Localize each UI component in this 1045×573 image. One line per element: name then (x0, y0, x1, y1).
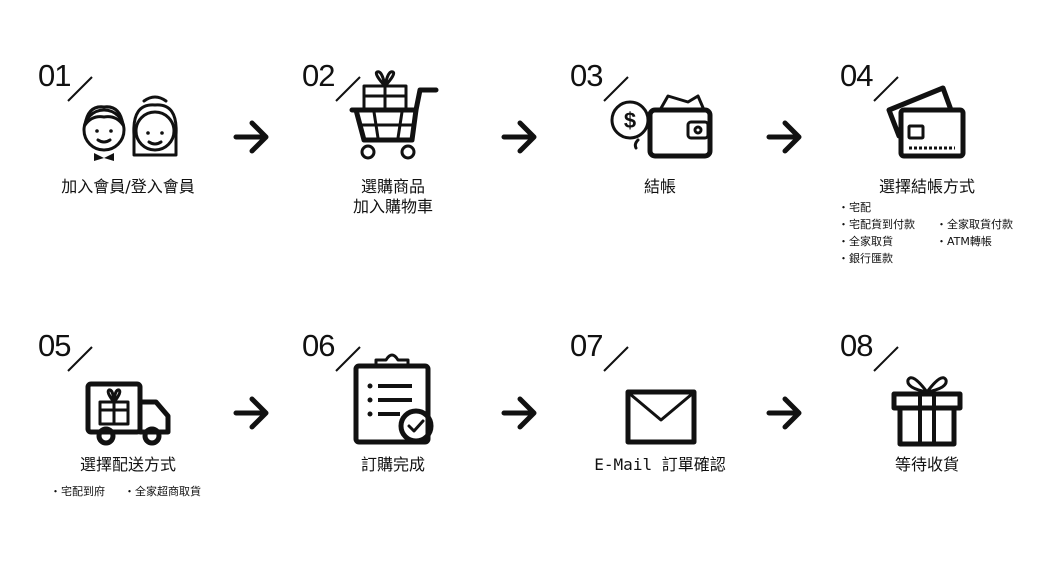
step-label: 等待收貨 (894, 455, 960, 474)
shopping-cart-icon (349, 70, 439, 160)
divider-slash (67, 346, 93, 372)
step-label: 選擇結帳方式 (878, 177, 976, 196)
divider-slash (603, 346, 629, 372)
payment-option: ・ATM轉帳 (936, 235, 992, 248)
clipboard-check-icon (353, 353, 434, 445)
step-label: 選擇配送方式 (79, 455, 177, 474)
payment-option: ・宅配貨到付款 (838, 218, 915, 231)
delivery-option: ・宅配到府 (50, 485, 105, 498)
step-label-line: 加入購物車 (352, 197, 434, 216)
payment-option: ・全家取貨付款 (936, 218, 1013, 231)
gift-box-icon (891, 376, 963, 447)
arrow-right-icon (501, 120, 537, 154)
step-label: 訂購完成 (360, 455, 426, 474)
step-label-line: 選購商品 (360, 177, 426, 196)
step-label: 選購商品 加入購物車 (353, 177, 433, 217)
step-label: 結帳 (643, 177, 677, 196)
payment-option: ・宅配 (838, 201, 871, 214)
arrow-right-icon (501, 396, 537, 430)
credit-card-icon (886, 85, 966, 159)
payment-option: ・銀行匯款 (838, 252, 893, 265)
step-label: E-Mail 訂單確認 (594, 455, 726, 474)
arrow-right-icon (766, 120, 802, 154)
delivery-truck-icon (85, 381, 171, 446)
delivery-option: ・全家超商取貨 (124, 485, 201, 498)
envelope-icon (625, 389, 697, 445)
arrow-right-icon (233, 396, 269, 430)
wallet-icon: $ (610, 94, 713, 159)
arrow-right-icon (233, 120, 269, 154)
arrow-right-icon (766, 396, 802, 430)
step-label: 加入會員/登入會員 (61, 177, 195, 196)
payment-option: ・全家取貨 (838, 235, 893, 248)
member-couple-icon (82, 95, 178, 161)
svg-text:$: $ (624, 108, 636, 133)
